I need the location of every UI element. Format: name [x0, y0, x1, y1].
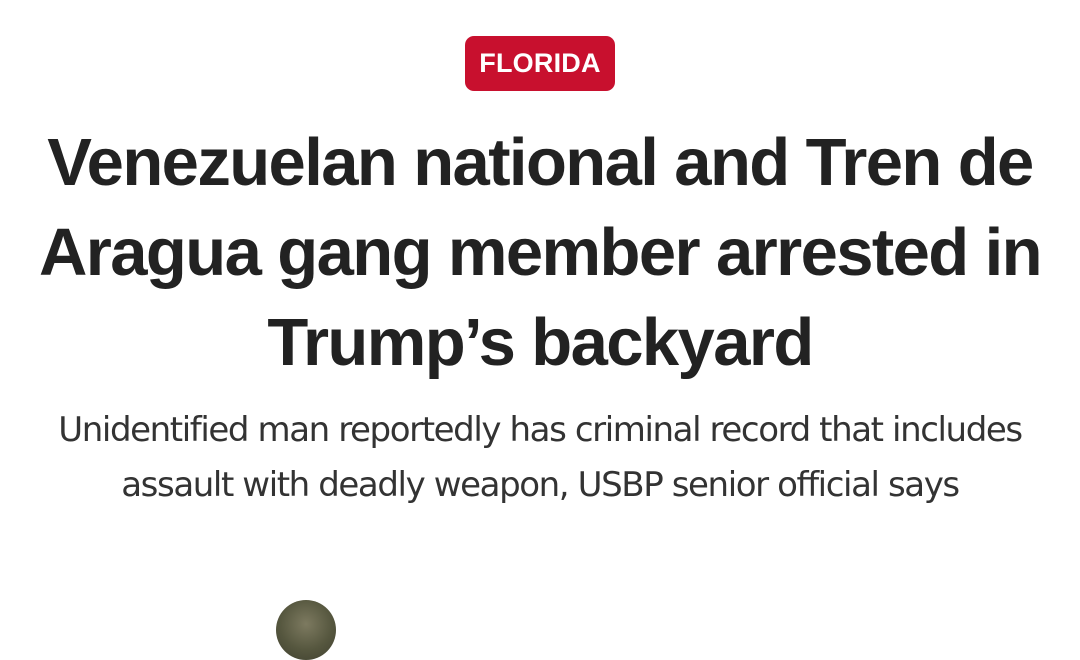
article-subheadline: Unidentified man reportedly has criminal…: [58, 410, 1023, 505]
article-headline: Venezuelan national and Tren de Aragua g…: [39, 125, 1043, 380]
author-avatar[interactable]: [276, 600, 336, 660]
article-header: FLORIDA Venezuelan national and Tren de …: [0, 0, 1080, 660]
category-tag[interactable]: FLORIDA: [465, 36, 615, 91]
